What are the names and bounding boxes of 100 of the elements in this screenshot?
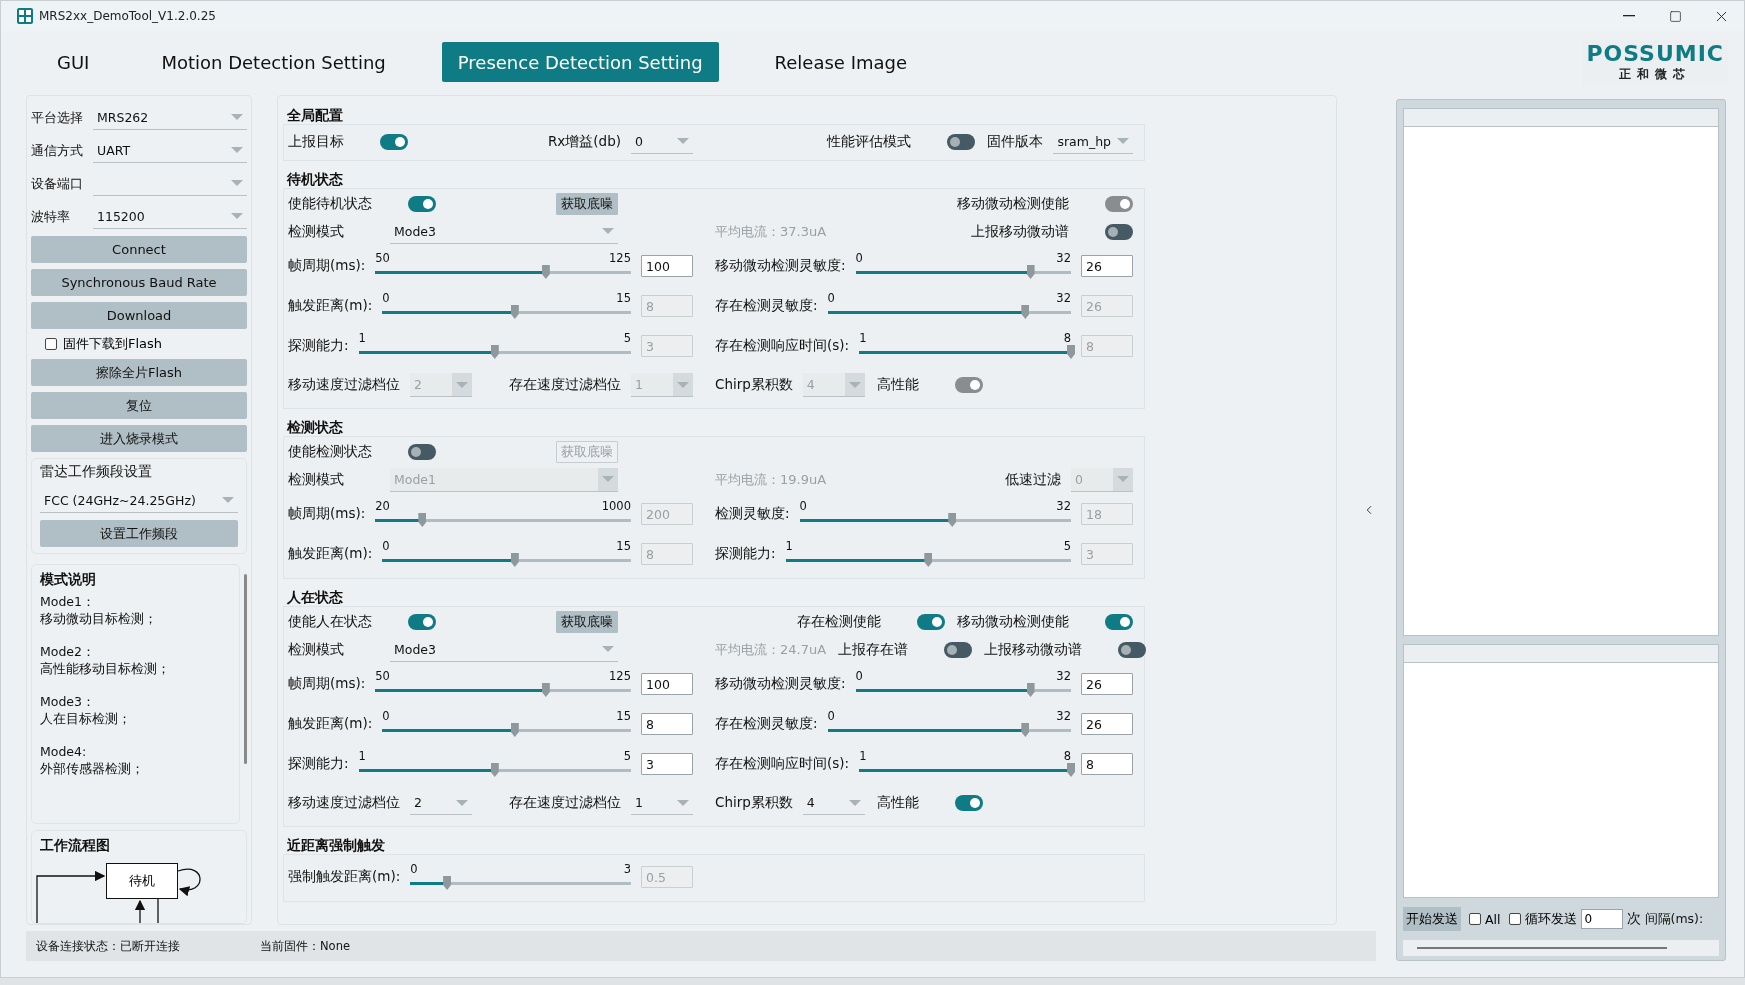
action-button[interactable]: Synchronous Baud Rate [31,269,247,296]
value-input[interactable]: 8 [641,713,693,735]
slider-thumb[interactable] [1021,723,1030,737]
value-input[interactable]: 100 [641,255,693,277]
slider-min: 0 [382,291,390,305]
action-button[interactable]: 复位 [31,392,247,419]
action-button[interactable]: 设置工作频段 [40,520,238,547]
group-title: 雷达工作频段设置 [40,463,153,481]
action-button[interactable]: 进入烧录模式 [31,425,247,452]
slider-thumb[interactable] [1026,265,1035,279]
slider-max: 32 [1056,251,1071,265]
checkbox[interactable] [45,338,57,350]
scrollbar[interactable] [244,574,247,764]
select-field[interactable]: 0 [631,129,693,154]
value-input[interactable]: 26 [1081,713,1133,735]
count-unit: 次 [1626,910,1641,929]
section-title: 检测状态 [286,418,344,436]
toggle-switch[interactable] [1118,641,1147,658]
slider-max: 3 [623,862,631,876]
mode-name: Mode4: [40,743,88,760]
tab[interactable]: Motion Detection Setting [145,42,402,82]
send-button[interactable]: 开始发送 [1403,907,1461,932]
select-field[interactable]: 2 [410,791,472,815]
toggle-switch[interactable] [408,196,436,212]
logo-subtitle: 正和微芯 [1619,65,1692,83]
slider-thumb[interactable] [490,763,499,777]
slider-min: 1 [358,331,366,345]
mode-name: Mode2： [40,643,96,660]
firmware-status: 当前固件：None [260,938,350,954]
caret-icon [456,799,468,806]
select-field[interactable]: 115200 [93,204,247,229]
toggle-switch[interactable] [917,614,945,630]
slider-label: 移动微动检测灵敏度: [715,675,846,693]
tab[interactable]: Release Image [758,42,924,82]
caret-icon [677,381,689,388]
tab[interactable]: GUI [41,42,106,82]
slider-max: 5 [623,749,631,763]
value-input[interactable]: 8 [1081,753,1133,775]
toggle-label: 上报目标 [288,132,344,151]
slider-label: 触发距离(m): [288,715,373,733]
logo-name: POSSUMIC [1586,41,1724,66]
slider-thumb[interactable] [1026,683,1035,697]
slider-min: 1 [358,749,366,763]
checkbox[interactable] [1508,913,1521,926]
toggle-switch[interactable] [408,614,436,630]
select-field[interactable]: UART [93,138,247,163]
action-button[interactable]: Download [31,302,247,329]
slider-max: 15 [616,709,631,723]
slider-label: 触发距离(m): [288,545,373,563]
app-icon [17,8,33,24]
action-button[interactable]: Connect [31,236,247,263]
value-input[interactable]: 26 [1081,255,1133,277]
caret-icon [1117,138,1129,144]
select-field[interactable]: FCC (24GHz~24.25GHz) [40,488,238,513]
select-field[interactable]: 1 [631,791,693,815]
caret-icon [222,497,234,503]
slider-label: 存在检测灵敏度: [715,297,818,315]
select-field[interactable]: 4 [802,791,865,815]
slider-min: 1 [859,331,867,345]
slider-label: 帧周期(ms): [288,505,366,523]
slider-min: 1 [859,749,867,763]
current-reading: 平均电流：24.7uA [715,640,827,659]
toggle-switch[interactable] [954,795,983,811]
toggle-switch[interactable] [944,641,973,658]
toggle-label: 上报移动微动谱 [971,222,1069,241]
toggle-switch[interactable] [380,133,408,150]
noise-button[interactable]: 获取底噪 [556,611,618,633]
slider-min: 0 [855,251,863,265]
select-label: Rx增益(db) [547,132,621,151]
toggle-switch[interactable] [1105,614,1133,630]
slider-thumb[interactable] [510,723,519,737]
toggle-switch[interactable] [408,444,436,460]
select-field[interactable]: sram_hp [1053,129,1133,154]
slider-max: 8 [1063,331,1071,345]
toggle-switch[interactable] [1105,223,1133,240]
tab[interactable]: Presence Detection Setting [441,42,719,82]
count-spinbox[interactable]: 0 [1580,909,1623,930]
value-input[interactable]: 26 [1081,673,1133,695]
caret-icon [602,228,614,234]
scrollbar[interactable] [1417,947,1667,950]
slider-thumb[interactable] [1067,763,1075,777]
select-field[interactable]: Mode3 [390,219,618,244]
action-button[interactable]: 擦除全片Flash [31,359,247,386]
select-label: 移动速度过滤档位 [288,376,400,394]
slider-max: 32 [1056,291,1071,305]
noise-button[interactable]: 获取底噪 [556,193,618,215]
value-input[interactable]: 3 [641,753,693,775]
toggle-switch[interactable] [947,133,976,150]
toggle-label: 使能待机状态 [288,195,372,213]
caret-icon [677,138,689,144]
slider-max: 5 [623,331,631,345]
caret-icon [1117,476,1129,482]
checkbox[interactable] [1469,913,1481,926]
select-field[interactable]: Mode3 [390,637,618,662]
slider-thumb[interactable] [541,265,550,279]
select-field[interactable]: MRS262 [93,105,247,130]
slider-thumb[interactable] [541,683,550,697]
toggle-label: 性能评估模式 [827,132,912,151]
toggle-label: 移动微动检测使能 [957,195,1069,213]
value-input[interactable]: 100 [641,673,693,695]
